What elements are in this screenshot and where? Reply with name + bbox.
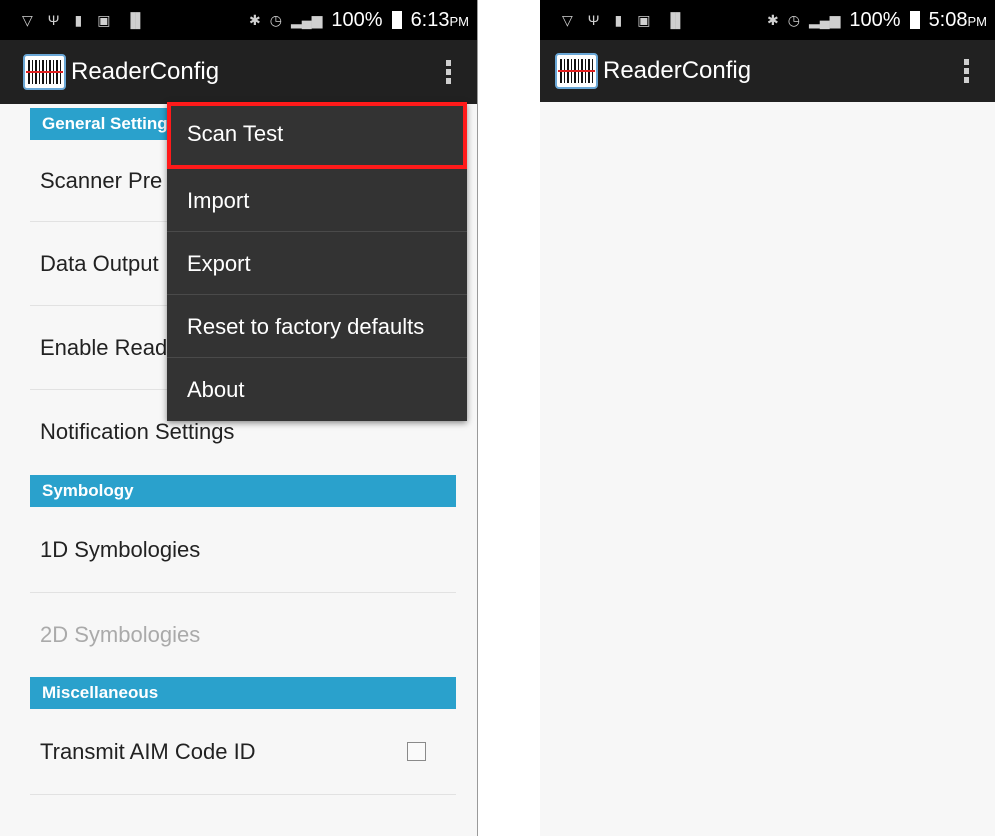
- menu-item-export[interactable]: Export: [167, 232, 467, 295]
- clock-ampm: PM: [967, 13, 988, 29]
- battery-icon: [909, 11, 920, 29]
- menu-item-import[interactable]: Import: [167, 169, 467, 232]
- pref-transmit-aim-code-id[interactable]: Transmit AIM Code ID: [30, 709, 456, 795]
- transmit-aim-checkbox[interactable]: [407, 742, 426, 761]
- wifi-icon: ▽: [562, 12, 573, 28]
- bluetooth-icon: ✱: [249, 12, 261, 28]
- overflow-menu-icon[interactable]: [964, 59, 969, 83]
- clock-time: 6:13: [410, 8, 450, 31]
- section-header-miscellaneous: Miscellaneous: [30, 677, 456, 709]
- clock-time: 5:08: [928, 8, 968, 31]
- bluetooth-icon: ✱: [767, 12, 779, 28]
- image-icon: ▣: [97, 12, 111, 28]
- status-bar: ▽ Ψ ▮ ▣ ▐▌ ✱ ◷ ▂▄▆ 100% 6:13PM: [0, 0, 477, 40]
- menu-item-scan-test[interactable]: Scan Test: [167, 102, 467, 169]
- phone-screen-right: ▽ Ψ ▮ ▣ ▐▌ ✱ ◷ ▂▄▆ 100% 5:08PM ReaderCon…: [540, 0, 995, 836]
- barcode-app-icon: [23, 54, 66, 90]
- battery-percent: 100%: [331, 8, 383, 31]
- alarm-icon: ◷: [269, 12, 282, 28]
- phone-screen-left: ▽ Ψ ▮ ▣ ▐▌ ✱ ◷ ▂▄▆ 100% 6:13PM ReaderCon…: [0, 0, 478, 836]
- battery-icon: [391, 11, 402, 29]
- overflow-popup-menu: Scan Test Import Export Reset to factory…: [167, 102, 467, 421]
- pref-1d-symbologies[interactable]: 1D Symbologies: [30, 507, 456, 593]
- status-bar: ▽ Ψ ▮ ▣ ▐▌ ✱ ◷ ▂▄▆ 100% 5:08PM: [540, 0, 995, 40]
- barcode-icon: ▐▌: [125, 12, 146, 28]
- pref-2d-symbologies: 2D Symbologies: [40, 622, 201, 647]
- menu-item-about[interactable]: About: [167, 358, 467, 421]
- clock-ampm: PM: [449, 13, 470, 29]
- section-header-symbology: Symbology: [30, 475, 456, 507]
- sd-card-icon: ▮: [74, 12, 83, 28]
- image-icon: ▣: [637, 12, 651, 28]
- signal-icon: ▂▄▆: [808, 12, 841, 28]
- barcode-icon: ▐▌: [665, 12, 686, 28]
- menu-item-reset[interactable]: Reset to factory defaults: [167, 295, 467, 358]
- usb-icon: Ψ: [47, 12, 60, 28]
- app-title: ReaderConfig: [603, 57, 752, 84]
- sd-card-icon: ▮: [614, 12, 623, 28]
- action-bar: ReaderConfig: [540, 40, 995, 102]
- usb-icon: Ψ: [587, 12, 600, 28]
- action-bar: ReaderConfig: [0, 40, 477, 104]
- battery-percent: 100%: [849, 8, 901, 31]
- signal-icon: ▂▄▆: [290, 12, 323, 28]
- wifi-icon: ▽: [22, 12, 33, 28]
- blank-content: [540, 104, 995, 836]
- alarm-icon: ◷: [787, 12, 800, 28]
- overflow-menu-icon[interactable]: [446, 60, 451, 84]
- barcode-app-icon: [555, 53, 598, 89]
- app-title: ReaderConfig: [71, 58, 220, 85]
